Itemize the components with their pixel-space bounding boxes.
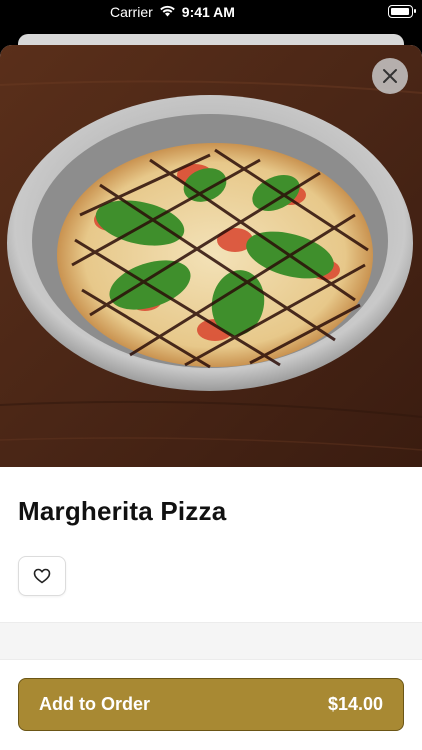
status-bar: Carrier 9:41 AM (0, 0, 422, 26)
add-to-order-button[interactable]: Add to Order $14.00 (18, 678, 404, 731)
wifi-icon (159, 4, 176, 20)
item-title: Margherita Pizza (18, 496, 227, 526)
add-to-order-label: Add to Order (39, 694, 150, 714)
item-price: $14.00 (327, 694, 383, 714)
item-detail-sheet: Margherita Pizza Add to Order $14.00 (0, 45, 422, 750)
close-button[interactable] (372, 58, 408, 94)
battery-icon (388, 5, 416, 18)
heart-icon (33, 568, 51, 584)
item-image (0, 45, 422, 467)
carrier-label: Carrier (110, 4, 153, 20)
favorite-button[interactable] (18, 556, 66, 596)
close-icon (383, 69, 397, 83)
section-divider (0, 622, 422, 660)
time-label: 9:41 AM (181, 4, 235, 20)
